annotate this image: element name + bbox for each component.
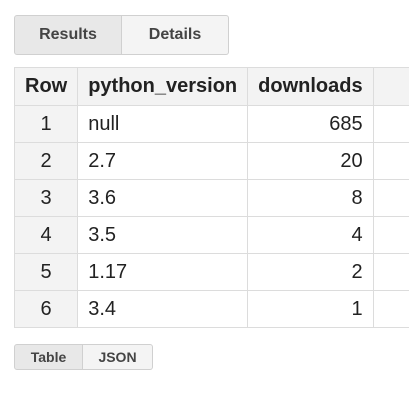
filler-cell [372,105,409,143]
row-number-cell: 6 [13,290,79,328]
table-row: 3 3.6 8 [13,179,409,217]
column-header-filler [372,67,409,106]
python-version-cell: 1.17 [77,253,249,291]
column-header-downloads: downloads [247,67,374,106]
downloads-cell: 1 [247,290,374,328]
downloads-cell: 20 [247,142,374,180]
results-table: Row python_version downloads 1 null 6 8 5 … [13,67,409,328]
filler-cell [372,216,409,254]
table-row: 2 2.7 20 [13,142,409,180]
row-number-cell: 1 [13,105,79,143]
downloads-cell: 685 [247,105,374,143]
python-version-cell: 2.7 [77,142,249,180]
tab-results[interactable]: Results [14,15,122,55]
filler-cell [372,142,409,180]
row-number-cell: 5 [13,253,79,291]
python-version-cell: 3.6 [77,179,249,217]
table-row: 1 null 685 [13,105,409,143]
json-view-button[interactable]: JSON [83,344,153,370]
table-row: 5 1.17 2 [13,253,409,291]
table-header-row: Row python_version downloads [13,67,409,106]
python-version-cell: 3.5 [77,216,249,254]
table-row: 6 3.4 1 [13,290,409,328]
downloads-cell: 4 [247,216,374,254]
filler-cell [372,179,409,217]
filler-cell [372,253,409,291]
python-version-cell: 3.4 [77,290,249,328]
table-view-button[interactable]: Table [14,344,83,370]
python-version-cell: null [77,105,249,143]
table-row: 4 3.5 4 [13,216,409,254]
filler-cell [372,290,409,328]
row-number-cell: 3 [13,179,79,217]
view-toggle: Table JSON [14,344,153,370]
tab-details[interactable]: Details [122,15,229,55]
column-header-row: Row [13,67,79,106]
row-number-cell: 4 [13,216,79,254]
downloads-cell: 8 [247,179,374,217]
row-number-cell: 2 [13,142,79,180]
downloads-cell: 2 [247,253,374,291]
results-tabs: Results Details [14,15,229,55]
column-header-python-version: python_version [77,67,249,106]
